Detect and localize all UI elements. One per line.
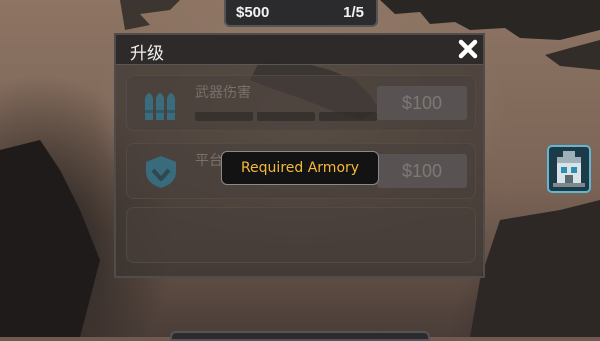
level-segment [257,112,315,121]
upgrade-row-weapon-damage: 武器伤害 $100 [126,75,476,131]
upgrade-price-button[interactable]: $100 [377,86,467,120]
level-segment [319,112,377,121]
bottom-panel-edge [170,331,430,341]
money-counter: $500 [236,4,270,21]
upgrade-label: 武器伤害 [195,85,251,101]
upgrade-level-bars [195,106,381,125]
required-armory-tooltip: Required Armory [221,151,379,185]
armory-building-icon[interactable] [547,145,591,193]
close-icon[interactable] [457,38,479,60]
shield-icon [141,154,181,190]
upgrade-row-empty [126,207,476,263]
ammo-bullets-icon [141,86,181,122]
panel-title: 升级 [130,44,164,64]
level-segment [195,112,253,121]
top-status-bar: $500 1/5 [224,0,378,27]
wave-counter: 1/5 [343,4,364,21]
upgrade-price-button[interactable]: $100 [377,154,467,188]
panel-header: 升级 [116,35,483,65]
